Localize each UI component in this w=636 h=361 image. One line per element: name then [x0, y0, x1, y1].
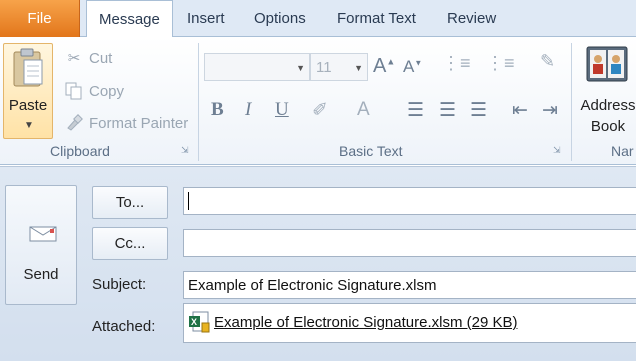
attachment-field: X Example of Electronic Signature.xlsm (…: [183, 303, 636, 343]
text-caret: [188, 192, 189, 210]
format-painter-label: Format Painter: [89, 114, 189, 132]
group-divider: [198, 43, 199, 161]
send-label: Send: [23, 266, 59, 283]
font-size-value: 11: [316, 58, 332, 76]
message-header: Send To... Cc... Subject: Example of Ele…: [0, 166, 636, 361]
cc-field[interactable]: [183, 229, 636, 257]
svg-text:X: X: [191, 317, 197, 327]
address-book-label-line2: Book: [590, 118, 626, 135]
tab-file[interactable]: File: [0, 0, 80, 37]
align-left-icon[interactable]: ☰: [407, 99, 424, 122]
dialog-launcher-icon[interactable]: ⇲: [181, 145, 191, 155]
copy-button[interactable]: Copy: [64, 80, 124, 102]
cut-button[interactable]: ✂ Cut: [64, 47, 113, 69]
underline-button[interactable]: U: [275, 99, 289, 121]
scissors-icon: ✂: [67, 50, 81, 67]
align-right-icon[interactable]: ☰: [470, 99, 487, 122]
bold-button[interactable]: B: [211, 99, 224, 121]
copy-label: Copy: [89, 82, 125, 100]
names-group-label: Nar: [611, 143, 634, 159]
group-divider: [571, 43, 572, 161]
bullets-icon[interactable]: ⋮≡: [442, 53, 471, 74]
basic-text-group-label: Basic Text: [339, 143, 403, 159]
to-button[interactable]: To...: [92, 186, 168, 219]
address-book-button[interactable]: Address Book: [578, 95, 636, 137]
tab-message[interactable]: Message: [86, 0, 173, 38]
tab-options[interactable]: Options: [254, 0, 306, 37]
decrease-indent-icon[interactable]: ⇤: [512, 99, 528, 122]
address-book-icon[interactable]: [585, 45, 629, 83]
clipboard-group-label: Clipboard: [50, 143, 110, 159]
copy-icon: [64, 82, 84, 100]
chevron-down-icon: ▼: [296, 63, 305, 73]
paste-label: Paste: [8, 97, 48, 114]
address-book-label-line1: Address: [580, 97, 636, 114]
grow-font-icon[interactable]: A▲: [373, 55, 395, 78]
highlight-icon[interactable]: ✐: [312, 99, 328, 122]
ribbon: Paste ▼ ✂ Cut Copy Format Painter Clipbo…: [0, 37, 636, 165]
paste-button[interactable]: Paste ▼: [3, 43, 53, 139]
chevron-down-icon: ▼: [354, 63, 363, 73]
format-painter-button[interactable]: Format Painter: [64, 112, 188, 134]
send-button[interactable]: Send: [5, 185, 77, 305]
dialog-launcher-icon[interactable]: ⇲: [553, 145, 563, 155]
subject-field[interactable]: Example of Electronic Signature.xlsm: [183, 271, 636, 299]
subject-label: Subject:: [92, 276, 147, 293]
subject-value: Example of Electronic Signature.xlsm: [188, 276, 437, 294]
envelope-icon: [29, 226, 57, 242]
shrink-font-icon[interactable]: A▼: [403, 57, 422, 77]
tab-insert[interactable]: Insert: [187, 0, 225, 37]
font-name-combo[interactable]: ▼: [204, 53, 310, 81]
styles-icon[interactable]: ✎: [540, 51, 555, 72]
tab-review[interactable]: Review: [447, 0, 496, 37]
tab-format-text[interactable]: Format Text: [337, 0, 416, 37]
paintbrush-icon: [64, 114, 84, 132]
increase-indent-icon[interactable]: ⇥: [542, 99, 558, 122]
font-size-combo[interactable]: 11 ▼: [310, 53, 368, 81]
italic-button[interactable]: I: [245, 99, 251, 121]
attached-label: Attached:: [92, 318, 156, 335]
attachment-link[interactable]: Example of Electronic Signature.xlsm (29…: [214, 314, 517, 331]
align-center-icon[interactable]: ☰: [439, 99, 456, 122]
ribbon-tab-strip: File Message Insert Options Format Text …: [0, 0, 636, 38]
chevron-down-icon: ▼: [24, 120, 34, 131]
excel-file-icon: X: [189, 311, 210, 333]
cut-label: Cut: [89, 49, 113, 67]
font-color-icon[interactable]: A: [357, 99, 370, 121]
numbering-icon[interactable]: ⋮≡: [486, 53, 515, 74]
cc-button[interactable]: Cc...: [92, 227, 168, 260]
clipboard-paste-icon: [13, 48, 43, 87]
to-field[interactable]: [183, 187, 636, 215]
